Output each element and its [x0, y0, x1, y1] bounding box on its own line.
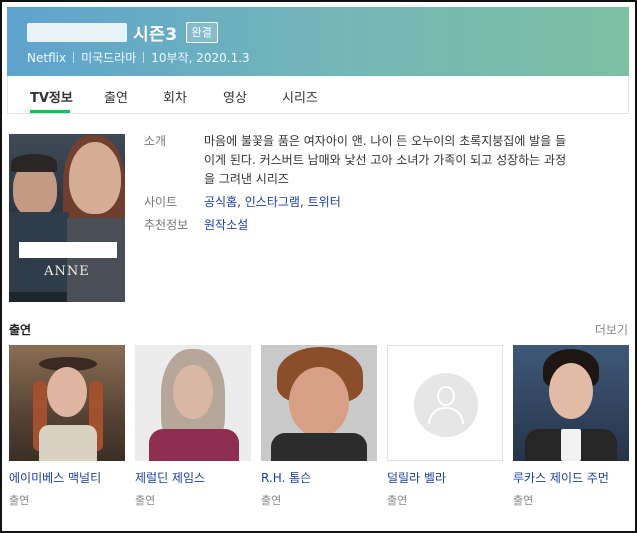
tab-series[interactable]: 시리즈: [282, 87, 318, 106]
title-row: 시즌3 완결: [27, 20, 218, 45]
redacted-title: [27, 22, 127, 42]
tab-tv-info[interactable]: TV정보: [30, 87, 73, 106]
site-link-instagram[interactable]: 인스타그램: [245, 195, 300, 209]
cast-role: 출연: [387, 494, 408, 507]
tab-episodes[interactable]: 회차: [163, 87, 187, 106]
synopsis-line: 이게 된다. 커스버트 남매와 낯선 고아 소녀가 가족이 되고 성장하는 과정: [204, 153, 567, 167]
cast-photo-placeholder[interactable]: [387, 345, 503, 461]
synopsis-line: 마음에 불꽃을 품은 여자아이 앤. 나이 든 오누이의 초록지붕집에 발을 들: [204, 134, 567, 148]
site-separator: ,: [299, 195, 308, 209]
cast-card[interactable]: 제럴딘 제임스 출연: [135, 345, 252, 508]
cast-role: 출연: [135, 494, 156, 507]
cast-name[interactable]: R.H. 톰슨: [261, 469, 378, 486]
program-meta: Netflix 미국드라마 10부작, 2020.1.3: [27, 49, 250, 66]
site-link-official[interactable]: 공식홈: [204, 195, 237, 209]
site-label: 사이트: [144, 195, 178, 209]
meta-genre: 미국드라마: [81, 51, 137, 65]
cast-name[interactable]: 루카스 제이드 주먼: [513, 469, 630, 486]
cast-role: 출연: [261, 494, 282, 507]
cast-photo[interactable]: [261, 345, 377, 461]
cast-card[interactable]: 에이미베스 맥널티 출연: [9, 345, 126, 508]
synopsis-text: 마음에 불꽃을 품은 여자아이 앤. 나이 든 오누이의 초록지붕집에 발을 들…: [204, 132, 566, 189]
cast-card[interactable]: 덜릴라 벨라 출연: [387, 345, 504, 508]
cast-card[interactable]: R.H. 톰슨 출연: [261, 345, 378, 508]
meta-channel: Netflix: [27, 50, 67, 65]
avatar-head-icon: [437, 386, 455, 406]
face-shape: [549, 363, 593, 419]
poster-figure: [69, 142, 121, 214]
program-header: 시즌3 완결 Netflix 미국드라마 10부작, 2020.1.3: [7, 7, 629, 76]
redacted-poster-title: [19, 242, 117, 258]
program-title[interactable]: 시즌3: [133, 20, 178, 45]
poster-figure: [67, 218, 125, 302]
cast-photo[interactable]: [513, 345, 629, 461]
face-shape: [173, 365, 213, 419]
synopsis-label: 소개: [144, 134, 167, 148]
program-poster[interactable]: ANNE: [9, 134, 125, 302]
cast-card[interactable]: 루카스 제이드 주먼 출연: [513, 345, 630, 508]
tab-bar: TV정보 출연 회차 영상 시리즈: [7, 76, 629, 114]
cast-role: 출연: [9, 494, 30, 507]
cast-more-link[interactable]: 더보기: [595, 321, 628, 338]
cast-section-title: 출연: [9, 323, 32, 337]
tab-cast[interactable]: 출연: [104, 87, 128, 106]
status-badge: 완결: [185, 21, 218, 43]
meta-episodes-date: 10부작, 2020.1.3: [151, 51, 250, 65]
cast-name[interactable]: 덜릴라 벨라: [387, 469, 504, 486]
tab-videos[interactable]: 영상: [223, 87, 247, 106]
face-shape: [47, 367, 87, 417]
recommend-label: 추천정보: [144, 218, 189, 232]
site-link-twitter[interactable]: 트위터: [308, 195, 341, 209]
poster-logo: ANNE: [44, 264, 90, 279]
synopsis-line: 을 그려낸 시리즈: [204, 172, 289, 186]
clothes-shape: [39, 425, 97, 461]
clothes-shape: [271, 433, 367, 461]
clothes-shape: [149, 429, 239, 461]
cast-photo[interactable]: [9, 345, 125, 461]
face-shape: [289, 367, 349, 437]
cast-photo[interactable]: [135, 345, 251, 461]
shirt-shape: [561, 429, 581, 461]
cast-name[interactable]: 에이미베스 맥널티: [9, 469, 126, 486]
site-separator: ,: [237, 195, 245, 209]
active-tab-indicator: [30, 110, 70, 113]
poster-figure: [11, 154, 57, 172]
cast-role: 출연: [513, 494, 534, 507]
cast-name[interactable]: 제럴딘 제임스: [135, 469, 252, 486]
site-links: 공식홈, 인스타그램, 트위터: [204, 193, 341, 212]
meta-divider: [73, 52, 75, 63]
meta-divider: [143, 52, 145, 63]
recommend-link[interactable]: 원작소설: [204, 216, 248, 235]
